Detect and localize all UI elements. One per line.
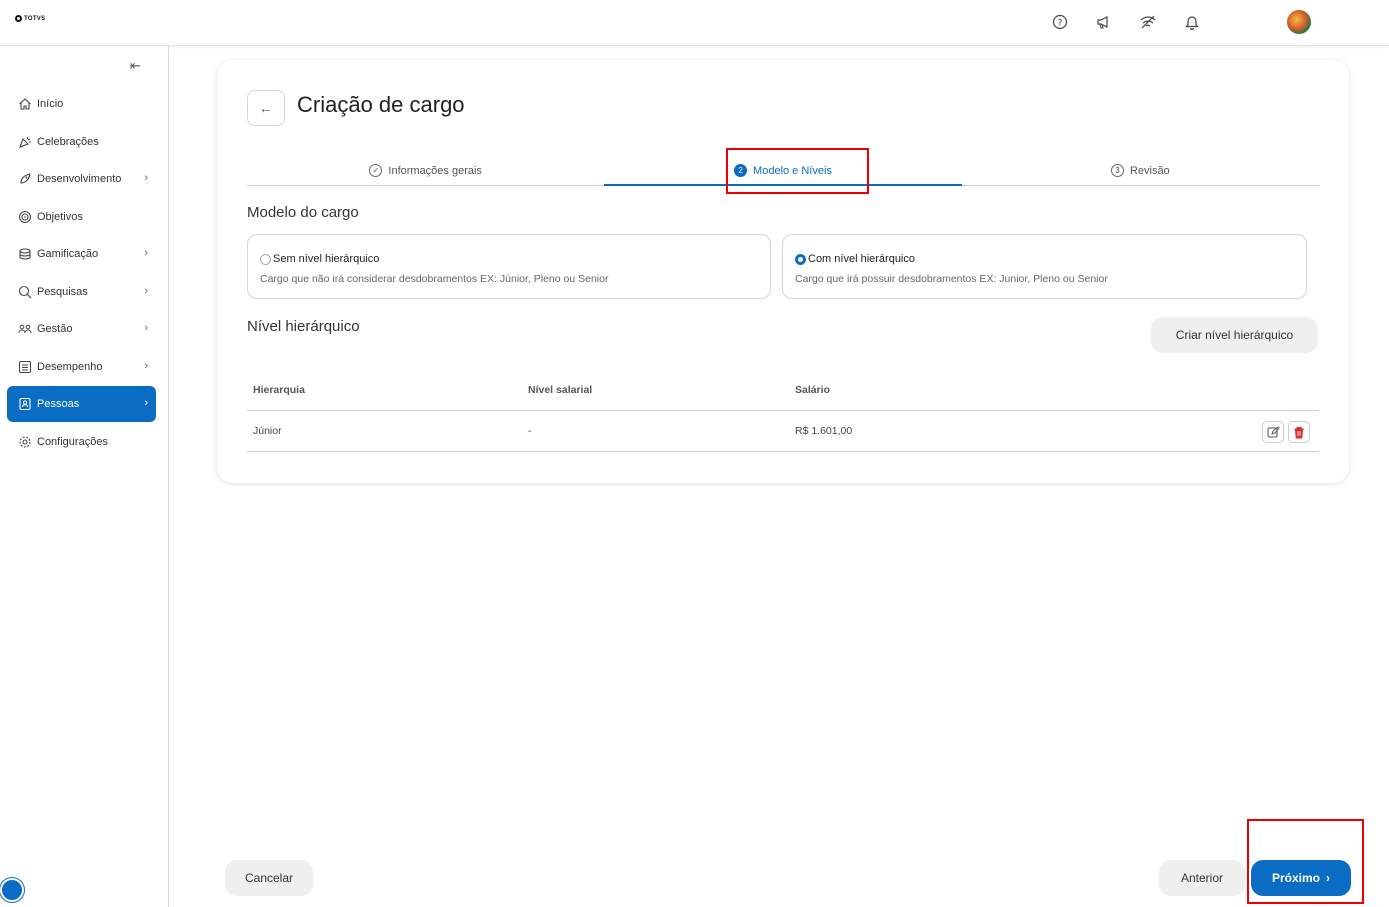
column-header-hierarquia: Hierarquia [253,384,305,396]
sidebar-item-pesquisas[interactable]: Pesquisas › [7,274,156,310]
totvs-logo[interactable]: TOTVS [15,15,45,22]
page-title: Criação de cargo [297,92,465,117]
column-header-nivel-salarial: Nível salarial [528,384,593,396]
bell-icon[interactable] [1170,10,1214,34]
back-button[interactable]: ← [247,90,285,126]
party-icon [17,134,33,150]
help-icon[interactable]: ? [1038,10,1082,34]
check-circle-icon: ✓ [369,164,383,177]
levels-table: Hierarquia Nível salarial Salário Júnior… [247,370,1319,452]
chevron-right-icon: › [144,172,148,184]
chevron-right-icon: › [144,284,148,297]
gear-icon [17,434,33,450]
sidebar-item-desempenho[interactable]: Desempenho › [7,349,156,385]
table-row: Júnior - R$ 1.601,00 [247,411,1319,452]
form-card: ← Criação de cargo ✓ Informações gerais … [217,60,1349,483]
step-number: 3 [1110,164,1124,177]
sidebar-item-label: Desempenho [37,360,103,373]
signal-off-icon[interactable] [1126,10,1170,34]
home-icon [17,96,33,112]
step-label: Revisão [1129,164,1170,177]
cell-salario: R$ 1.601,00 [795,425,853,437]
table-header: Hierarquia Nível salarial Salário [247,370,1319,411]
sidebar: ⇤ Início Celebrações Desenvolvimento › O… [0,46,169,907]
target-icon [17,209,33,225]
sidebar-item-gestao[interactable]: Gestão › [7,311,156,347]
option-title: Sem nível hierárquico [273,253,380,265]
sidebar-item-label: Objetivos [37,210,83,223]
collapse-sidebar-icon[interactable]: ⇤ [130,58,141,74]
radio-button-selected[interactable] [795,253,806,265]
option-com-nivel[interactable]: Com nível hierárquico Cargo que irá poss… [782,234,1307,299]
sidebar-item-label: Celebrações [37,135,99,148]
sidebar-item-desenvolvimento[interactable]: Desenvolvimento › [7,161,156,197]
sidebar-item-inicio[interactable]: Início [7,86,156,122]
arrow-left-icon: ← [259,100,273,116]
svg-text:?: ? [1058,19,1063,29]
model-section-title: Modelo do cargo [247,204,359,221]
sidebar-item-gamificacao[interactable]: Gamificação › [7,236,156,272]
sidebar-item-objetivos[interactable]: Objetivos [7,199,156,235]
edit-button[interactable] [1262,421,1284,443]
sidebar-item-label: Gestão [37,323,73,335]
chevron-right-icon: › [144,247,148,259]
sidebar-item-label: Pessoas [37,398,80,410]
sidebar-item-label: Início [37,98,64,110]
previous-button[interactable]: Anterior [1159,860,1245,896]
delete-button[interactable] [1288,421,1310,443]
user-avatar[interactable] [1287,10,1311,34]
create-level-button[interactable]: Criar nível hierárquico [1151,317,1318,353]
coins-icon [17,246,33,262]
megaphone-icon[interactable] [1082,10,1126,34]
trash-icon [1294,426,1304,438]
cell-nivel-salarial: - [528,425,532,437]
cell-hierarquia: Júnior [253,425,282,437]
option-description: Cargo que não irá considerar desdobramen… [260,273,609,285]
search-survey-icon [17,284,33,300]
sidebar-item-label: Configurações [37,435,108,448]
sidebar-nav: Início Celebrações Desenvolvimento › Obj… [7,86,156,461]
chevron-right-icon: › [144,322,148,334]
logo-ring-icon [15,15,22,22]
sidebar-item-celebracoes[interactable]: Celebrações [7,124,156,160]
column-header-salario: Salário [795,384,831,396]
edit-icon [1267,425,1280,437]
chevron-right-icon: › [144,359,148,372]
radio-button[interactable] [260,253,271,265]
chevron-right-icon: › [144,397,148,409]
list-icon [17,359,33,375]
sidebar-item-configuracoes[interactable]: Configurações [7,424,156,460]
step-label: Informações gerais [388,164,482,177]
sidebar-item-label: Pesquisas [37,285,88,298]
cancel-button[interactable]: Cancelar [225,860,313,896]
step-informacoes-gerais[interactable]: ✓ Informações gerais [247,156,604,185]
help-chat-icon[interactable] [0,878,24,902]
highlight-box [726,148,869,194]
logo-text: TOTVS [24,15,46,22]
highlight-box [1247,819,1364,904]
step-revisao[interactable]: 3 Revisão [962,156,1319,185]
sidebar-item-pessoas[interactable]: Pessoas › [7,386,156,422]
top-bar: TOTVS ? [0,0,1389,46]
badge-icon [17,396,33,412]
top-icons: ? [1038,10,1214,34]
option-sem-nivel[interactable]: Sem nível hierárquico Cargo que não irá … [247,234,771,299]
people-icon [17,321,33,337]
rocket-icon [17,171,33,187]
option-description: Cargo que irá possuir desdobramentos EX:… [795,273,1108,285]
sidebar-item-label: Desenvolvimento [37,173,122,185]
sidebar-item-label: Gamificação [37,248,99,260]
option-title: Com nível hierárquico [808,253,915,265]
level-section-title: Nível hierárquico [247,318,360,335]
